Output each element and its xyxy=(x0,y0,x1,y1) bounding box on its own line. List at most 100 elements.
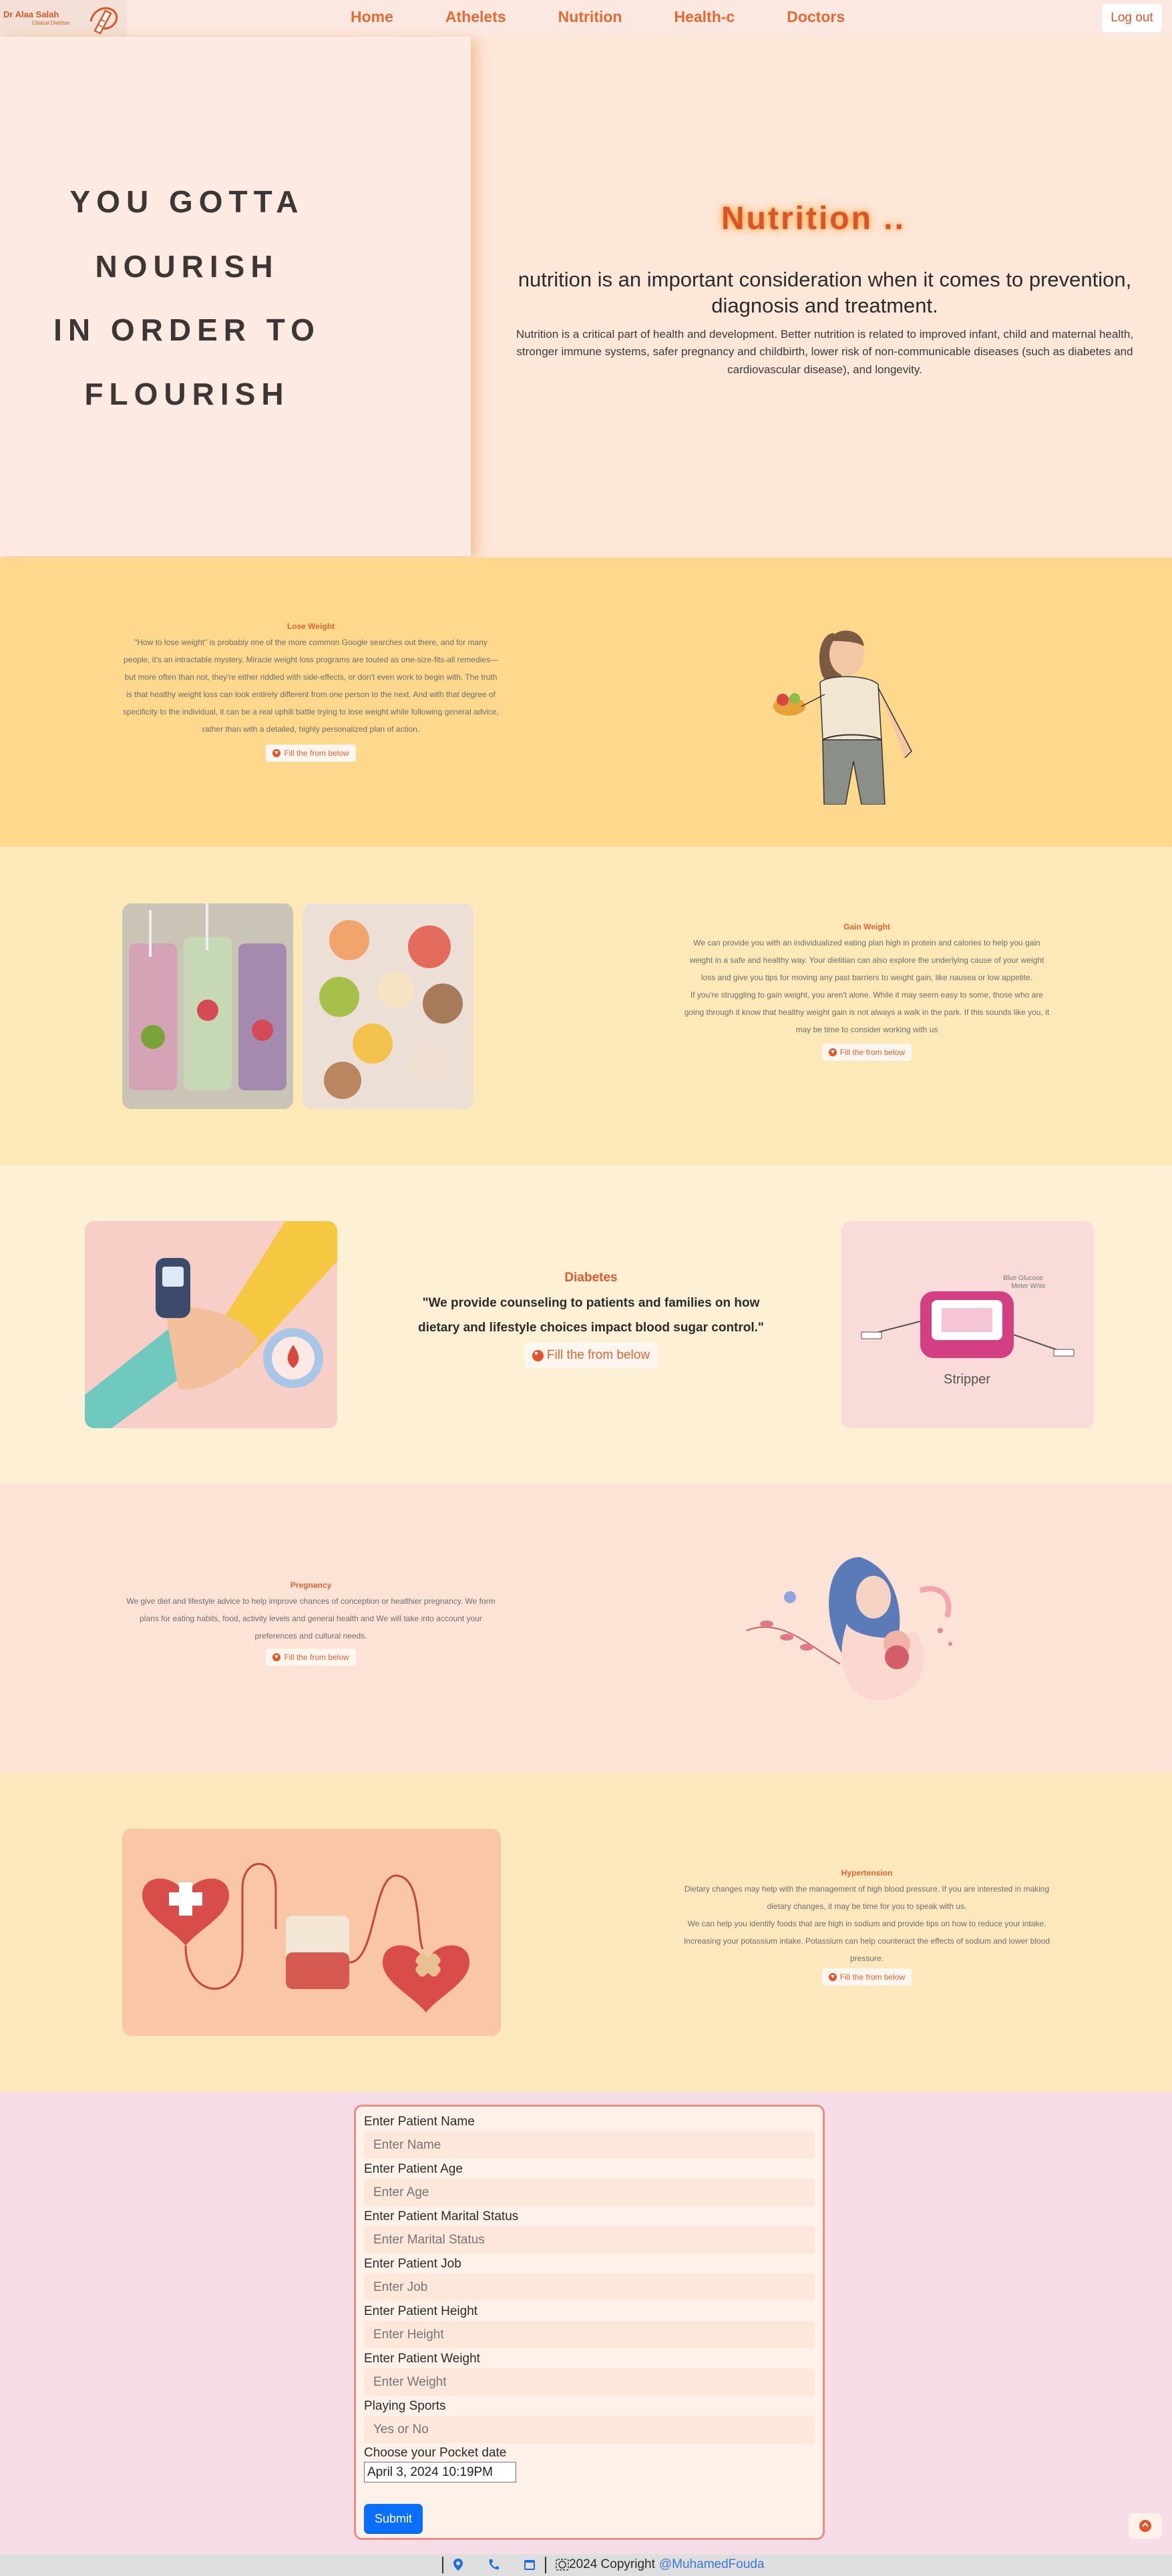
arrow-down-circle-icon xyxy=(272,1653,281,1661)
section-text: We can provide you with an individualize… xyxy=(689,938,1044,982)
nav-athelets[interactable]: Athelets xyxy=(445,8,506,26)
fill-form-label: Fill the from below xyxy=(284,1653,349,1662)
age-label: Enter Patient Age xyxy=(364,2162,463,2176)
divider xyxy=(442,2556,443,2573)
stripper-label: Stripper xyxy=(944,1372,990,1387)
quote-line: NOURISH xyxy=(95,249,279,284)
quote-line: FLOURISH xyxy=(84,377,290,411)
weight-loss-woman-illustration xyxy=(773,630,912,805)
measuring-tape-icon xyxy=(89,7,118,35)
section-title: Hypertension xyxy=(841,1868,893,1878)
fill-form-button[interactable]: Fill the from below xyxy=(524,1343,658,1368)
nav-links: Home Athelets Nutrition Health-c Doctors xyxy=(351,8,897,26)
section-text: "We provide counseling to patients and f… xyxy=(418,1296,764,1335)
glucose-strip-graphic: Stripper Blue Glucose Meter Write xyxy=(841,1221,1094,1428)
scroll-top-button[interactable] xyxy=(1129,2513,1162,2539)
weight-input[interactable] xyxy=(364,2368,815,2396)
arrow-down-circle-icon xyxy=(272,749,281,757)
height-label: Enter Patient Height xyxy=(364,2304,478,2318)
fill-form-button[interactable]: Fill the from below xyxy=(266,1649,356,1666)
mother-baby-illustration xyxy=(746,1557,952,1701)
footer-row: 2024 Copyright @MuhamedFouda xyxy=(433,2556,765,2573)
hypertension-content: Hypertension Dietary changes may help wi… xyxy=(682,1868,1051,1986)
marital-status-input[interactable] xyxy=(364,2226,815,2253)
quote-line: YOU GOTTA xyxy=(69,184,305,219)
meter-label-2: Meter Write xyxy=(1011,1283,1046,1290)
smoothie-bowls-graphic xyxy=(303,903,473,1109)
nav-home[interactable]: Home xyxy=(351,8,393,26)
nav-nutrition[interactable]: Nutrition xyxy=(558,8,622,26)
location-icon[interactable] xyxy=(453,2558,463,2571)
diabetes-section: Diabetes "We provide counseling to patie… xyxy=(0,1165,1172,1484)
navbar: Dr Alaa Salah Clinical Dietitian Home At… xyxy=(0,0,1172,37)
quote-line: IN ORDER TO xyxy=(53,312,321,347)
hearts-blood-bag-graphic xyxy=(122,1829,501,2036)
phone-icon[interactable] xyxy=(487,2559,500,2571)
arrow-up-circle-icon xyxy=(1139,2520,1151,2532)
weight-label: Enter Patient Weight xyxy=(364,2352,480,2366)
pregnancy-section: Pregnancy We give diet and lifestyle adv… xyxy=(0,1484,1172,1773)
fill-form-label: Fill the from below xyxy=(284,748,349,758)
section-text: Dietary changes may help with the manage… xyxy=(684,1884,1050,1911)
copyright-text: 2024 Copyright xyxy=(569,2557,655,2571)
footer: 2024 Copyright @MuhamedFouda xyxy=(0,2554,1172,2576)
copyright-icon xyxy=(556,2559,569,2571)
marital-status-label: Enter Patient Marital Status xyxy=(364,2209,519,2223)
gain-weight-content: Gain Weight We can provide you with an i… xyxy=(682,922,1051,1061)
arrow-down-circle-icon xyxy=(828,1973,837,1981)
glucose-strip-image: Stripper Blue Glucose Meter Write xyxy=(841,1221,1094,1428)
job-label: Enter Patient Job xyxy=(364,2257,461,2271)
hero-lead: nutrition is an important consideration … xyxy=(518,268,1132,317)
smoothie-bowls-image xyxy=(303,903,473,1109)
diabetes-content: Diabetes "We provide counseling to patie… xyxy=(417,1271,765,1368)
date-label: Choose your Pocket date xyxy=(364,2446,507,2460)
glucose-meter-image xyxy=(85,1221,337,1428)
hero-quote-card: YOU GOTTA NOURISH IN ORDER TO FLOURISH xyxy=(0,37,471,556)
height-input[interactable] xyxy=(364,2321,815,2348)
lose-weight-content: Lose Weight "How to lose weight" is prob… xyxy=(122,622,500,762)
section-title: Pregnancy xyxy=(290,1580,332,1590)
lose-weight-section: Lose Weight "How to lose weight" is prob… xyxy=(0,558,1172,847)
section-text-2: If you're struggling to gain weight, you… xyxy=(684,990,1050,1034)
submit-button[interactable]: Submit xyxy=(364,2504,423,2534)
section-text: We give diet and lifestyle advice to hel… xyxy=(126,1596,496,1641)
hero-section: YOU GOTTA NOURISH IN ORDER TO FLOURISH N… xyxy=(0,37,1172,558)
section-title: Gain Weight xyxy=(843,922,890,931)
gain-weight-section: Gain Weight We can provide you with an i… xyxy=(0,847,1172,1165)
job-input[interactable] xyxy=(364,2274,815,2301)
blood-pressure-image xyxy=(122,1829,501,2036)
section-text-2: We can help you identify foods that are … xyxy=(683,1919,1050,1963)
fill-form-button[interactable]: Fill the from below xyxy=(821,1044,912,1061)
fill-form-button[interactable]: Fill the from below xyxy=(266,744,356,762)
section-title: Lose Weight xyxy=(286,622,335,631)
logo-title: Dr Alaa Salah xyxy=(3,9,59,19)
meter-label: Blue Glucose xyxy=(1003,1275,1043,1282)
section-text: "How to lose weight" is probably one of … xyxy=(123,638,499,734)
pregnancy-content: Pregnancy We give diet and lifestyle adv… xyxy=(122,1580,500,1666)
name-input[interactable] xyxy=(364,2131,815,2159)
fill-form-label: Fill the from below xyxy=(546,1348,650,1362)
nav-health-c[interactable]: Health-c xyxy=(674,8,735,26)
hero-title: Nutrition .. xyxy=(721,201,906,236)
glucose-test-graphic xyxy=(85,1221,337,1428)
fill-form-label: Fill the from below xyxy=(839,1048,906,1057)
arrow-down-circle-icon xyxy=(532,1349,544,1361)
fill-form-label: Fill the from below xyxy=(839,1972,906,1982)
date-input[interactable]: April 3, 2024 10:19PM xyxy=(364,2462,516,2483)
sports-input[interactable] xyxy=(364,2416,815,2443)
smoothie-jars-graphic xyxy=(122,903,293,1109)
hero-body: Nutrition is a critical part of health a… xyxy=(516,328,1134,376)
logo-subtitle: Clinical Dietitian xyxy=(32,20,70,26)
arrow-down-circle-icon xyxy=(828,1048,837,1056)
logout-button[interactable]: Log out xyxy=(1102,4,1162,32)
calendar-icon[interactable] xyxy=(524,2559,536,2571)
fill-form-button[interactable]: Fill the from below xyxy=(821,1968,912,1986)
logo[interactable]: Dr Alaa Salah Clinical Dietitian xyxy=(0,0,127,37)
patient-form: Enter Patient Name Enter Patient Age Ent… xyxy=(354,2105,825,2540)
smoothie-jars-image xyxy=(122,903,293,1109)
nav-doctors[interactable]: Doctors xyxy=(787,8,845,26)
author-link[interactable]: @MuhamedFouda xyxy=(659,2557,765,2572)
age-input[interactable] xyxy=(364,2179,815,2206)
name-label: Enter Patient Name xyxy=(364,2115,475,2129)
hypertension-section: Hypertension Dietary changes may help wi… xyxy=(0,1773,1172,2092)
